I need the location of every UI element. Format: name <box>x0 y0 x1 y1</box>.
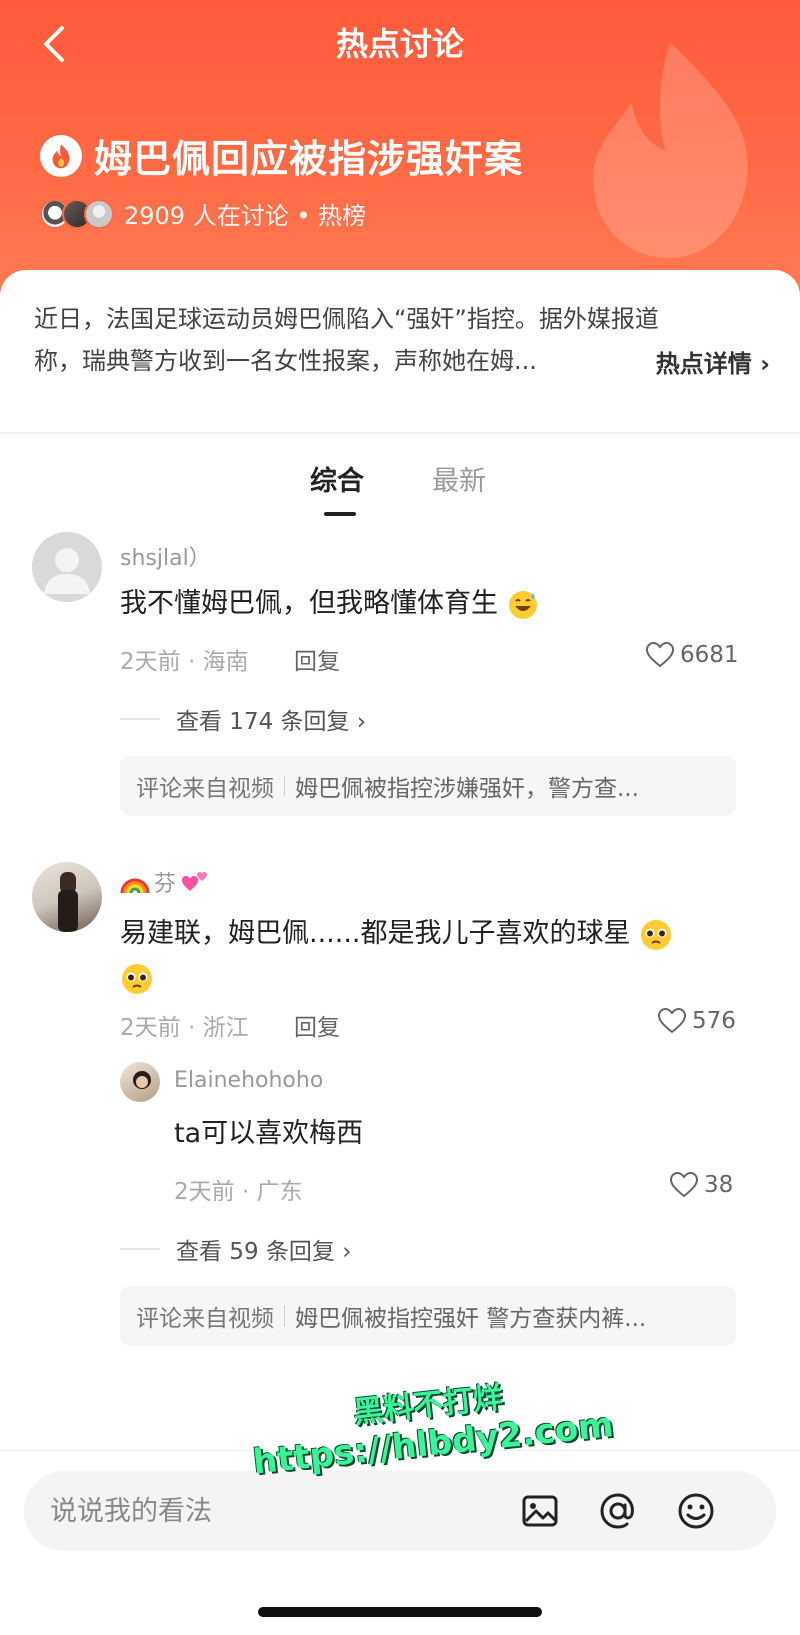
divider <box>120 1248 160 1250</box>
image-icon[interactable] <box>518 1489 562 1533</box>
topic-header: 热点讨论 姆巴佩回应被指涉强奸案 2909 人在讨论 • 热榜 <box>0 0 800 300</box>
tab-comprehensive[interactable]: 综合 <box>310 460 364 504</box>
divider <box>0 432 800 434</box>
source-video-title: 姆巴佩被指控强奸 警方查获内裤... <box>295 1306 647 1332</box>
active-tab-indicator <box>324 512 356 516</box>
user-photo-icon <box>133 1071 151 1089</box>
comment-username-row[interactable]: 芬 <box>120 866 210 898</box>
comment-content: 易建联，姆巴佩......都是我儿子喜欢的球星 <box>120 912 740 1000</box>
tab-latest[interactable]: 最新 <box>432 460 486 504</box>
comment-content: 我不懂姆巴佩，但我略懂体育生 <box>120 582 539 626</box>
avatar[interactable] <box>32 862 102 932</box>
like-button[interactable]: 6681 <box>646 642 739 668</box>
participant-avatars <box>40 198 114 229</box>
heart-icon <box>658 1008 686 1034</box>
watermark-line-1: 黑料不打烊 <box>351 1380 505 1431</box>
like-count: 576 <box>692 1008 736 1034</box>
discussion-count: 2909 人在讨论 • 热榜 <box>124 202 367 230</box>
avatar[interactable] <box>120 1062 160 1102</box>
reply-button[interactable]: 回复 <box>294 1008 340 1042</box>
comment-tabs: 综合 最新 <box>0 460 800 520</box>
topic-title-row: 姆巴佩回应被指涉强奸案 <box>40 128 523 183</box>
source-video-title: 姆巴佩被指控涉嫌强奸，警方查... <box>295 776 639 802</box>
video-source-card[interactable]: 评论来自视频 姆巴佩被指控强奸 警方查获内裤... <box>120 1286 736 1346</box>
hot-detail-link[interactable]: 热点详情 › <box>647 344 770 379</box>
hot-flame-icon <box>40 134 82 177</box>
comment-input-bar <box>0 1450 800 1635</box>
comment-time-location: 2天前 · 浙江 <box>120 1015 249 1041</box>
divider <box>284 776 285 796</box>
comment-username: 芬 <box>154 872 177 897</box>
heart-icon <box>646 642 674 668</box>
rainbow-emoji-icon <box>120 878 150 894</box>
pleading-face-emoji-icon <box>641 919 672 950</box>
grinning-sweat-emoji-icon <box>508 590 537 619</box>
like-button[interactable]: 576 <box>658 1008 736 1034</box>
flame-watermark-icon <box>593 42 748 258</box>
source-label: 评论来自视频 <box>136 776 274 802</box>
nav-title: 热点讨论 <box>335 25 464 63</box>
comment-time-location: 2天前 · 海南 <box>120 649 249 675</box>
like-count: 6681 <box>680 642 739 668</box>
comment-input[interactable] <box>50 1471 490 1551</box>
divider <box>120 718 160 720</box>
view-replies-link[interactable]: 查看 59 条回复 › <box>120 1232 351 1266</box>
view-replies-link[interactable]: 查看 174 条回复 › <box>120 702 366 736</box>
reply-time-location: 2天前 · 广东 <box>174 1179 303 1205</box>
reply-content: ta可以喜欢梅西 <box>174 1118 364 1149</box>
summary-line-1: 近日，法国足球运动员姆巴佩陷入“强奸”指控。据外媒报道 <box>34 305 659 333</box>
revolving-hearts-emoji-icon <box>182 872 208 891</box>
source-label: 评论来自视频 <box>136 1306 274 1332</box>
home-indicator <box>258 1607 542 1617</box>
comment-text: 易建联，姆巴佩......都是我儿子喜欢的球星 <box>120 918 631 949</box>
reply-button[interactable]: 回复 <box>294 642 340 676</box>
comment-username[interactable]: shsjlal） <box>120 540 211 572</box>
video-source-card[interactable]: 评论来自视频 姆巴佩被指控涉嫌强奸，警方查... <box>120 756 736 816</box>
pleading-face-emoji-icon <box>122 963 152 994</box>
divider <box>284 1306 285 1326</box>
reply-username[interactable]: Elainehohoho <box>174 1068 323 1093</box>
avatar <box>84 198 114 229</box>
topic-summary-card: 近日，法国足球运动员姆巴佩陷入“强奸”指控。据外媒报道 称，瑞典警方收到一名女性… <box>0 270 800 430</box>
like-count: 38 <box>704 1172 734 1198</box>
avatar[interactable] <box>32 532 102 602</box>
heart-icon <box>670 1172 698 1198</box>
default-user-icon <box>44 548 90 594</box>
mention-icon[interactable] <box>596 1489 640 1533</box>
topic-meta: 2909 人在讨论 • 热榜 <box>40 196 366 231</box>
emoji-icon[interactable] <box>674 1489 718 1533</box>
topic-title: 姆巴佩回应被指涉强奸案 <box>94 137 524 181</box>
view-replies-label: 查看 174 条回复 › <box>176 709 367 735</box>
comment-text: 我不懂姆巴佩，但我略懂体育生 <box>120 588 498 619</box>
comment-input-container <box>24 1471 776 1551</box>
like-button[interactable]: 38 <box>670 1172 733 1198</box>
view-replies-label: 查看 59 条回复 › <box>176 1239 352 1265</box>
user-photo-icon <box>58 872 78 932</box>
